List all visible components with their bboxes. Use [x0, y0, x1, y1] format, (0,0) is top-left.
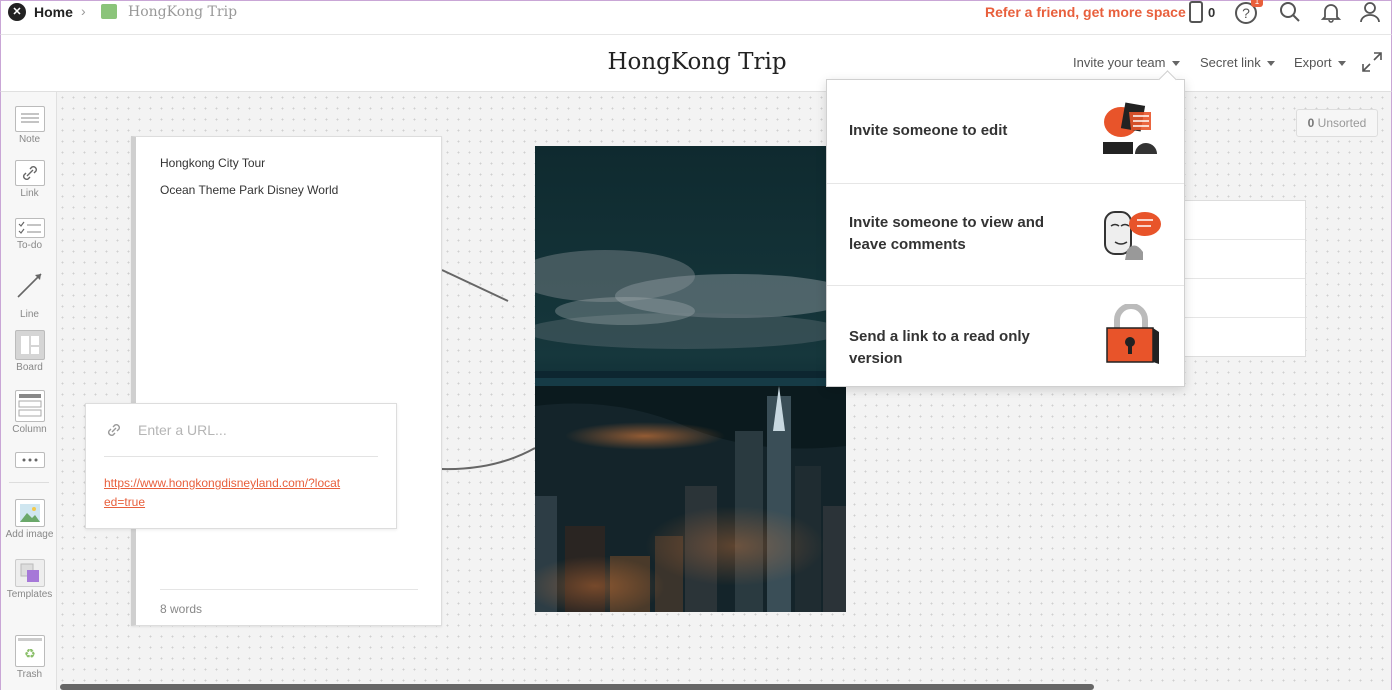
tool-label: Link: [20, 188, 39, 199]
hongkong-night-image[interactable]: [535, 146, 846, 612]
tool-label: Trash: [16, 669, 43, 680]
tool-sidebar: Note Link To-do Line Board Column Add im…: [0, 92, 57, 690]
menu-item-label: Send a link to a read only version: [849, 328, 1030, 367]
export-dropdown[interactable]: Export: [1294, 55, 1346, 70]
url-input[interactable]: [138, 420, 368, 440]
link-icon: [14, 160, 45, 186]
caret-down-icon: [1337, 61, 1346, 67]
breadcrumb-home[interactable]: Home: [34, 4, 73, 20]
search-icon[interactable]: [1279, 1, 1301, 23]
tool-label: To-do: [16, 240, 42, 251]
link-chain-icon: [108, 424, 120, 436]
unsorted-button[interactable]: 0 Unsorted: [1296, 109, 1378, 137]
trash-icon: ♻: [14, 635, 45, 667]
templates-icon: [14, 559, 45, 587]
city-skyline-picture: [535, 146, 846, 612]
column-icon: [14, 390, 45, 422]
column-row-divider: [1181, 278, 1305, 279]
tool-link[interactable]: Link: [1, 160, 58, 199]
export-label: Export: [1294, 55, 1332, 70]
invite-team-menu: Invite someone to edit Invite someone to…: [826, 79, 1185, 387]
tool-trash[interactable]: ♻ Trash: [1, 635, 58, 680]
mobile-count: 0: [1208, 5, 1216, 20]
menu-item-label: Invite someone to view and leave comment…: [849, 214, 1045, 253]
tool-label: Add image: [5, 529, 54, 540]
invite-team-dropdown[interactable]: Invite your team: [1073, 55, 1180, 70]
secret-link-dropdown[interactable]: Secret link: [1200, 55, 1275, 70]
menu-item-invite-edit[interactable]: Invite someone to edit: [827, 80, 1184, 184]
tool-label: Board: [16, 362, 43, 373]
caret-down-icon: [1171, 61, 1180, 67]
more-icon: [14, 452, 45, 468]
edit-illustration-icon: [1103, 102, 1157, 154]
note-icon: [14, 106, 45, 132]
horizontal-scrollbar[interactable]: [60, 684, 1094, 690]
tool-label: Line: [20, 309, 39, 320]
breadcrumb-board[interactable]: HongKong Trip: [128, 4, 237, 20]
breadcrumb-chevron-icon: ›: [81, 3, 86, 19]
link-url[interactable]: https://www.hongkongdisneyland.com/?loca…: [104, 474, 344, 512]
note-divider: [160, 589, 418, 590]
help-badge: 1: [1251, 0, 1263, 7]
lock-illustration-icon: [1106, 304, 1159, 364]
image-icon: [14, 499, 45, 527]
svg-text:♻: ♻: [24, 647, 36, 662]
board-color-icon: [101, 4, 117, 19]
tool-board[interactable]: Board: [1, 330, 58, 373]
note-line[interactable]: Hongkong City Tour: [160, 156, 265, 170]
board-title[interactable]: HongKong Trip: [1, 49, 1392, 75]
link-divider: [104, 456, 378, 457]
column-card[interactable]: [1180, 200, 1306, 357]
refer-friend-link[interactable]: Refer a friend, get more space: [985, 4, 1186, 20]
menu-item-invite-comment[interactable]: Invite someone to view and leave comment…: [827, 184, 1184, 286]
menu-item-read-only-link[interactable]: Send a link to a read only version: [827, 286, 1184, 388]
invite-team-label: Invite your team: [1073, 55, 1166, 70]
todo-icon: [14, 218, 45, 238]
tool-more[interactable]: [1, 452, 58, 468]
board-icon: [14, 330, 45, 360]
unsorted-label: Unsorted: [1317, 116, 1367, 130]
tool-label: Column: [12, 424, 47, 435]
tool-note[interactable]: Note: [1, 106, 58, 145]
unsorted-count: 0: [1307, 116, 1315, 130]
caret-down-icon: [1266, 61, 1275, 67]
tool-label: Note: [18, 134, 41, 145]
fullscreen-expand-icon[interactable]: [1361, 51, 1383, 73]
secret-link-label: Secret link: [1200, 55, 1261, 70]
tool-label: Templates: [6, 589, 53, 600]
column-row-divider: [1181, 317, 1305, 318]
milanote-logo-icon[interactable]: ✕: [8, 3, 26, 21]
note-word-count: 8 words: [160, 602, 203, 616]
column-row-divider: [1181, 239, 1305, 240]
link-card[interactable]: https://www.hongkongdisneyland.com/?loca…: [85, 403, 397, 529]
comment-illustration-icon: [1104, 211, 1161, 260]
notification-bell-icon[interactable]: [1320, 1, 1342, 23]
tool-templates[interactable]: Templates: [1, 559, 58, 600]
menu-item-label: Invite someone to edit: [849, 122, 1008, 139]
note-card[interactable]: Hongkong City Tour Ocean Theme Park Disn…: [131, 136, 442, 626]
tool-add-image[interactable]: Add image: [1, 499, 58, 540]
top-bar: ✕ Home › HongKong Trip Refer a friend, g…: [0, 0, 1392, 35]
tool-todo[interactable]: To-do: [1, 218, 58, 251]
tool-column[interactable]: Column: [1, 390, 58, 435]
user-account-icon[interactable]: [1359, 1, 1381, 23]
sidebar-divider: [9, 482, 49, 483]
tool-line[interactable]: Line: [1, 270, 58, 320]
mobile-app-icon[interactable]: [1189, 1, 1203, 23]
note-line[interactable]: Ocean Theme Park Disney World: [160, 183, 338, 197]
line-icon: [16, 273, 42, 298]
